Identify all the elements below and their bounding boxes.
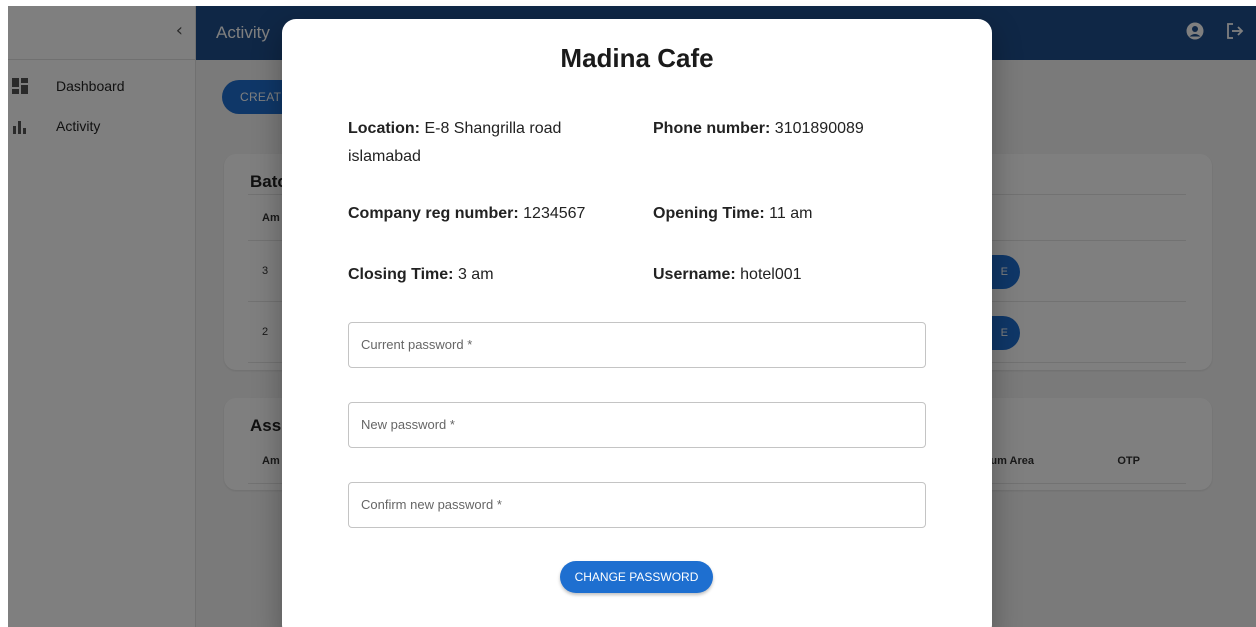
info-label: Closing Time: — [348, 266, 454, 283]
phone-info: Phone number: 3101890089 — [653, 115, 864, 143]
info-value: 1234567 — [523, 205, 586, 222]
current-password-field[interactable]: Current password * — [348, 322, 926, 368]
info-value: 3 am — [457, 266, 494, 283]
confirm-password-field[interactable]: Confirm new password * — [348, 482, 926, 528]
new-password-field[interactable]: New password * — [348, 402, 926, 448]
current-password-input[interactable] — [349, 323, 925, 367]
info-value: 11 am — [769, 205, 813, 222]
info-label: Username: — [653, 266, 736, 283]
info-label: Company reg number: — [348, 205, 519, 222]
info-value: hotel001 — [740, 266, 802, 283]
dialog-title: Madina Cafe — [560, 43, 714, 73]
hotel-details-dialog: Madina Cafe Location: E-8 Shangrilla roa… — [282, 19, 992, 627]
closing-time-info: Closing Time: 3 am — [348, 261, 494, 289]
company-reg-info: Company reg number: 1234567 — [348, 200, 585, 228]
confirm-password-input[interactable] — [349, 483, 925, 527]
new-password-input[interactable] — [349, 403, 925, 447]
info-value: 3101890089 — [774, 120, 864, 137]
info-label: Opening Time: — [653, 205, 765, 222]
location-info: Location: E-8 Shangrilla road islamabad — [348, 115, 618, 171]
info-label: Location: — [348, 120, 420, 137]
username-info: Username: hotel001 — [653, 261, 802, 289]
change-password-button[interactable]: CHANGE PASSWORD — [560, 561, 713, 593]
opening-time-info: Opening Time: 11 am — [653, 200, 812, 228]
info-label: Phone number: — [653, 120, 771, 137]
